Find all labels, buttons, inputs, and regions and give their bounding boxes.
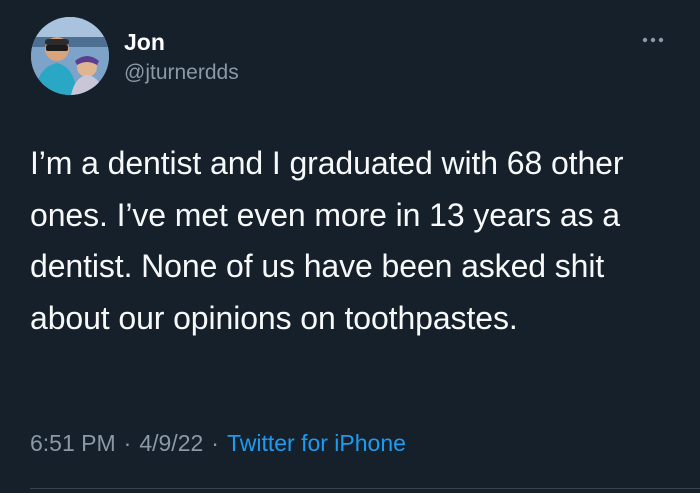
avatar-photo: [31, 17, 109, 95]
more-horizontal-icon: [642, 37, 664, 43]
meta-separator: ·: [211, 430, 219, 456]
author-display-name[interactable]: Jon: [124, 28, 165, 56]
tweet-date[interactable]: 4/9/22: [139, 430, 203, 456]
tweet-time[interactable]: 6:51 PM: [30, 430, 116, 456]
tweet-card: Jon @jturnerdds I’m a dentist and I grad…: [0, 0, 700, 493]
tweet-text: I’m a dentist and I graduated with 68 ot…: [30, 145, 624, 336]
tweet-source-link[interactable]: Twitter for iPhone: [227, 430, 406, 456]
author-handle[interactable]: @jturnerdds: [124, 60, 239, 86]
divider: [30, 488, 700, 489]
tweet-meta: 6:51 PM · 4/9/22 · Twitter for iPhone: [30, 428, 406, 458]
avatar[interactable]: [31, 17, 109, 95]
meta-separator: ·: [123, 430, 132, 456]
more-button[interactable]: [638, 30, 668, 50]
